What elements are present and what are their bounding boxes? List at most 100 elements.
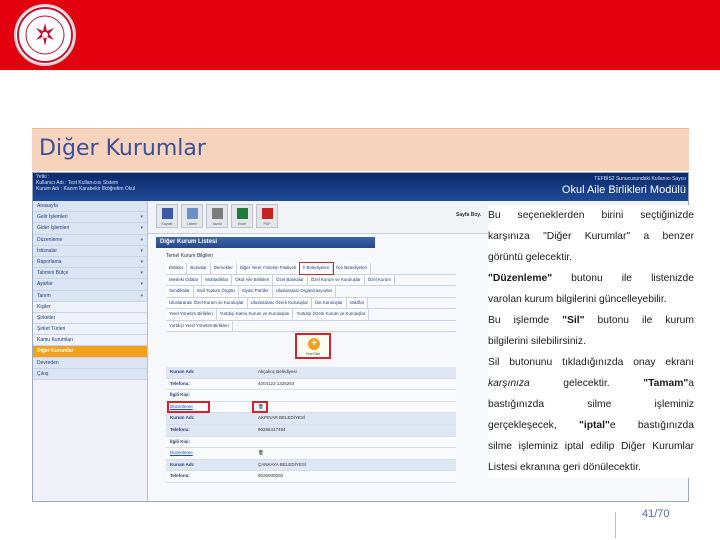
add-new-label: Yeni Ekle — [305, 352, 321, 356]
category-tab[interactable]: Yurtdışı Kamu Kurum ve Kuruluşları — [216, 309, 294, 320]
desc-line: karşınıza gelecektir. "Tamam"a — [488, 373, 694, 394]
save-icon — [162, 208, 173, 219]
category-tab[interactable]: Uluslararası Organizasyonlar — [272, 286, 337, 297]
sidebar-item[interactable]: Tanım ▾ — [33, 290, 147, 302]
page-size-label: Sayfa Boy. — [456, 212, 482, 218]
category-tab[interactable]: Borsalar — [187, 263, 211, 274]
desc-text: Sil butonunu tıkladığınızda onay ekranı — [488, 357, 694, 368]
sidebar-item[interactable]: Şirket Türleri — [33, 324, 147, 336]
slide-title: Diğer Kurumlar — [39, 136, 206, 161]
toolbar-button[interactable]: PDF — [256, 204, 278, 228]
sidebar-item[interactable]: Gelir İşlemleri ▾ — [33, 212, 147, 224]
sidebar-item[interactable]: Çıkış — [33, 368, 147, 380]
delete-icon[interactable]: 🗑 — [258, 448, 264, 458]
sidebar-item[interactable]: Ayarlar ▾ — [33, 279, 147, 291]
desc-line: Bu işlemde "Sil" butonu ile kurum — [488, 310, 694, 331]
table-row: Kurum Adı: Akçakoç Belediyesi — [166, 367, 456, 379]
sidebar-item[interactable]: İstisnalar ▾ — [33, 245, 147, 257]
category-tab[interactable]: İlçe Belediyeleri — [333, 263, 371, 274]
chevron-down-icon: ▾ — [140, 214, 143, 221]
edit-link[interactable]: Düzenleme — [170, 448, 193, 458]
sidebar-item[interactable]: Anasayfa — [33, 201, 147, 213]
desc-text: karşınıza "Diğer Kurumlar" a benzer — [488, 231, 694, 242]
desc-text: Listesi ekranına geri dönülecektir. — [488, 462, 641, 473]
toolbar-button[interactable]: Listele — [181, 204, 203, 228]
sidebar-item-label: Anasayfa — [37, 203, 58, 209]
slide-title-bar: Diğer Kurumlar — [32, 128, 689, 171]
category-tab[interactable]: Yerel Yönetim Birlikleri — [166, 309, 217, 320]
desc-line: Sil butonunu tıkladığınızda onay ekranı — [488, 352, 694, 373]
excel-icon — [237, 208, 248, 219]
desc-text: a — [688, 378, 694, 389]
chevron-down-icon: ▾ — [140, 236, 143, 243]
category-tab[interactable]: Özel Kurum — [364, 274, 395, 285]
desc-line: gerçekleşecek, "iptal"e bastığınızda — [488, 415, 694, 436]
sidebar-item-label: Tanım — [37, 292, 51, 299]
description-text: Bu seçeneklerden birini seçtiğinizde kar… — [488, 205, 694, 478]
add-new-button[interactable]: + Yeni Ekle — [295, 333, 331, 359]
sidebar-item-label: Kişiler — [37, 303, 51, 310]
desc-line: bastığınızda silme işleminiz — [488, 394, 694, 415]
chevron-down-icon: ▾ — [140, 225, 143, 232]
desc-text: bastığınızda silme işleminiz — [488, 399, 694, 410]
chevron-down-icon: ▾ — [140, 247, 143, 254]
category-row: Uluslararası Özel Kurum ve Kuruluşlar Ulu… — [166, 297, 456, 309]
field-label: Kurum Adı: — [170, 369, 195, 374]
category-tab[interactable]: Uluslararası Özel Kurum ve Kuruluşlar — [166, 297, 248, 308]
toolbar-button[interactable]: Excel — [231, 204, 253, 228]
toolbar-button-label: PDF — [263, 222, 271, 226]
sidebar-item-label: Şirket Türleri — [37, 326, 66, 333]
list-icon — [187, 208, 198, 219]
plus-icon: + — [308, 338, 320, 350]
sidebar-item-label: Kamu Kurumları — [37, 337, 74, 344]
category-tab[interactable]: Üst Kuruluşlar — [312, 297, 347, 308]
category-tab[interactable]: Yurtdışı Özerk Kurum ve Kuruluşlar — [293, 309, 370, 320]
field-label: İlgili Kişi: — [170, 438, 191, 444]
category-tab[interactable]: Muhtarlıklar — [202, 274, 233, 285]
sidebar-item[interactable]: Tahmini Bütçe ▾ — [33, 268, 147, 280]
sidebar-item[interactable]: Kişiler — [33, 302, 147, 313]
footer-divider — [615, 512, 616, 538]
table-row: Telefonu: 90286417494 — [166, 424, 456, 437]
category-tab[interactable]: Mesleki Odalar — [166, 274, 203, 285]
category-tab[interactable]: Özel Kurum ve Kuruluşlar — [307, 274, 365, 285]
desc-line: bilgilerini silebilirsiniz. — [488, 331, 694, 352]
sidebar-item[interactable]: Diğer Kurumlar — [33, 346, 147, 358]
sidebar-item-label: Şirketler — [37, 314, 56, 321]
ministry-logo — [14, 4, 76, 66]
sidebar-item[interactable]: Düzenleme ▾ — [33, 234, 147, 246]
sidebar-item-label: Devreden — [37, 359, 59, 366]
sidebar-item[interactable]: Raporlama ▾ — [33, 256, 147, 269]
category-tab[interactable]: Diğer Yerel Yönetim Faaliyeti — [236, 263, 301, 274]
desc-text: e bastığınızda — [609, 420, 695, 431]
category-tab[interactable]: Özel Bankalar — [273, 274, 308, 285]
category-tab[interactable]: Yurtdışı Yerel Yönetim Birlikleri — [166, 320, 233, 331]
category-tab[interactable]: Dernekler — [210, 263, 237, 274]
sidebar-item[interactable]: Gider İşlemleri ▾ — [33, 223, 147, 235]
toolbar-button[interactable]: Yazdır — [206, 204, 228, 228]
sidebar-item[interactable]: Şirketler — [33, 313, 147, 325]
category-tab[interactable]: Siyasi Partiler — [238, 286, 273, 297]
chevron-down-icon: ▾ — [140, 270, 143, 277]
category-tab[interactable]: İl Belediyeleri — [299, 262, 335, 275]
records-table: Kurum Adı: Akçakoç Belediyesi Telefonu: 400… — [166, 367, 456, 483]
category-tab[interactable]: Birlikler — [166, 263, 188, 274]
sidebar-item[interactable]: Kamu Kurumları — [33, 335, 147, 347]
sidebar-item[interactable]: Devreden — [33, 357, 147, 369]
desc-line: görüntü gelecektir. — [488, 247, 694, 268]
field-value: ÇANKAYA BELEDİYESİ — [258, 461, 307, 467]
table-row: Kurum Adı: AKPINAR BELEDİYESİ — [166, 413, 456, 425]
category-tab[interactable]: Uluslararası Özerk Kuruluşlar — [247, 297, 313, 308]
app-header: Yetki : Kullanıcı Adı : Test Kullanıcısı… — [33, 173, 688, 201]
desc-line: "Düzenleme" butonu ile listenizde — [488, 268, 694, 289]
desc-text: gerçekleşecek, — [488, 420, 579, 431]
sidebar-item-label: Tahmini Bütçe — [37, 270, 69, 277]
category-tab[interactable]: Sendikalar — [166, 286, 194, 297]
category-tab[interactable]: Vakıflar — [346, 297, 369, 308]
toolbar-button[interactable]: Kaydet — [156, 204, 178, 228]
desc-line: varolan kurum bilgilerini güncelleyebili… — [488, 289, 694, 310]
page-number: 41/70 — [642, 508, 670, 520]
category-tab[interactable]: Sivil Toplum Örgütü — [193, 286, 239, 297]
category-tab[interactable]: Okul Aile Birlikleri — [232, 274, 274, 285]
table-row: Telefonu: 4004123 1325264 — [166, 378, 456, 391]
